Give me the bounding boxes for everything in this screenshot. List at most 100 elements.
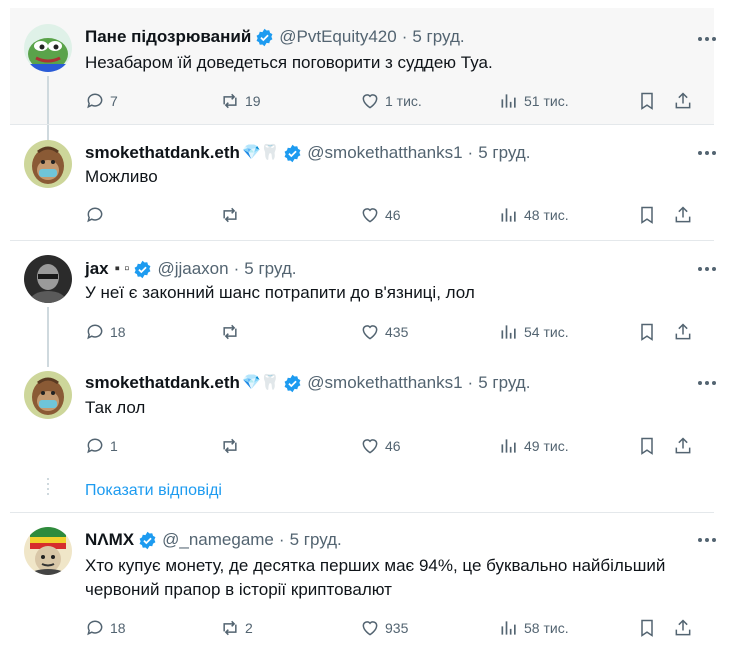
show-replies-link[interactable]: Показати відповіді: [85, 482, 222, 500]
like-button[interactable]: 46: [360, 434, 401, 458]
tweet-text-line-2: червоний прапор в історії криптовалют: [85, 580, 392, 599]
reply-button[interactable]: 7: [85, 89, 118, 113]
bookmark-button[interactable]: [637, 203, 662, 227]
share-button[interactable]: [673, 203, 698, 227]
heart-icon: [362, 94, 378, 109]
display-name[interactable]: Пане підозрюваний: [85, 26, 251, 48]
views-button[interactable]: 54 тис.: [499, 320, 569, 344]
display-name[interactable]: smokethatdank.eth: [85, 372, 240, 394]
ape-avatar-icon: [24, 371, 72, 419]
bookmark-icon: [641, 206, 653, 224]
retweet-button[interactable]: [220, 203, 245, 227]
handle[interactable]: @smokethatthanks1: [307, 142, 462, 164]
reply-button[interactable]: 1: [85, 434, 118, 458]
view-count: 48 тис.: [524, 207, 569, 223]
reply-icon: [87, 620, 103, 636]
share-button[interactable]: [673, 320, 698, 344]
thread-line: [47, 307, 49, 367]
reply-button[interactable]: 18: [85, 320, 126, 344]
separator-dot: ·: [467, 373, 474, 392]
like-button[interactable]: 935: [360, 616, 408, 640]
views-button[interactable]: 49 тис.: [499, 434, 569, 458]
timestamp[interactable]: 5 груд.: [290, 529, 342, 551]
cartoon-avatar-icon: [24, 527, 72, 575]
timestamp[interactable]: 5 груд.: [478, 142, 530, 164]
reply-icon: [87, 438, 103, 454]
bookmark-icon: [641, 619, 653, 637]
like-count: 435: [385, 324, 409, 340]
reply-count: 18: [110, 620, 126, 636]
handle[interactable]: @jjaaxon: [157, 258, 228, 280]
like-button[interactable]: 435: [360, 320, 408, 344]
ape-avatar-icon: [24, 140, 72, 188]
tweet-text: Незабаром їй доведеться поговорити з суд…: [85, 53, 493, 72]
display-name[interactable]: jax: [85, 258, 109, 280]
handle[interactable]: @smokethatthanks1: [307, 372, 462, 394]
retweet-button[interactable]: 2: [220, 616, 253, 640]
views-button[interactable]: 48 тис.: [499, 203, 569, 227]
more-options-icon[interactable]: [696, 142, 718, 164]
share-icon: [675, 92, 691, 109]
more-options-icon[interactable]: [696, 28, 718, 50]
reply-icon: [87, 93, 103, 109]
avatar[interactable]: [24, 527, 72, 575]
like-count: 46: [385, 207, 401, 223]
like-count: 935: [385, 620, 409, 636]
reply-button[interactable]: [85, 203, 110, 227]
like-button[interactable]: 1 тис.: [360, 89, 422, 113]
reply-icon: [87, 324, 103, 340]
photo-avatar-icon: [24, 255, 72, 303]
retweet-icon: [223, 324, 237, 340]
more-options-icon[interactable]: [696, 258, 718, 280]
verified-badge-icon: [284, 144, 301, 162]
action-bar: 7 19 1 тис. 51 тис.: [85, 89, 697, 113]
timestamp[interactable]: 5 груд.: [478, 372, 530, 394]
analytics-icon: [501, 325, 516, 339]
more-options-icon[interactable]: [696, 372, 718, 394]
display-name[interactable]: NΛMX: [85, 529, 134, 551]
separator-dot: ·: [278, 530, 285, 549]
retweet-count: 19: [245, 93, 261, 109]
share-button[interactable]: [673, 89, 698, 113]
analytics-icon: [501, 94, 516, 108]
display-name[interactable]: smokethatdank.eth: [85, 142, 240, 164]
thread-dots: [47, 478, 49, 498]
heart-icon: [362, 621, 378, 636]
separator-dot: ·: [401, 27, 408, 46]
bookmark-button[interactable]: [637, 434, 662, 458]
heart-icon: [362, 208, 378, 223]
reply-count: 1: [110, 438, 118, 454]
timestamp[interactable]: 5 груд.: [412, 26, 464, 48]
handle[interactable]: @PvtEquity420: [279, 26, 396, 48]
tweet-header: smokethatdank.eth 💎🦷 @smokethatthanks1 ·…: [85, 372, 530, 394]
verified-badge-icon: [284, 374, 301, 392]
action-bar: 46 48 тис.: [85, 203, 697, 227]
retweet-button[interactable]: [220, 320, 245, 344]
share-button[interactable]: [673, 434, 698, 458]
avatar[interactable]: [24, 24, 72, 72]
retweet-button[interactable]: [220, 434, 245, 458]
retweet-button[interactable]: 19: [220, 89, 261, 113]
bookmark-button[interactable]: [637, 616, 662, 640]
timestamp[interactable]: 5 груд.: [244, 258, 296, 280]
divider: [10, 124, 714, 125]
verified-badge-icon: [256, 28, 273, 46]
view-count: 58 тис.: [524, 620, 569, 636]
heart-icon: [362, 439, 378, 454]
like-button[interactable]: 46: [360, 203, 401, 227]
handle[interactable]: @_namegame: [162, 529, 274, 551]
avatar[interactable]: [24, 371, 72, 419]
views-button[interactable]: 51 тис.: [499, 89, 569, 113]
analytics-icon: [501, 439, 516, 453]
views-button[interactable]: 58 тис.: [499, 616, 569, 640]
share-button[interactable]: [673, 616, 698, 640]
bookmark-button[interactable]: [637, 89, 662, 113]
avatar[interactable]: [24, 255, 72, 303]
reply-button[interactable]: 18: [85, 616, 126, 640]
bookmark-button[interactable]: [637, 320, 662, 344]
more-options-icon[interactable]: [696, 529, 718, 551]
bookmark-icon: [641, 323, 653, 341]
avatar[interactable]: [24, 140, 72, 188]
tweet-text: Так лол: [85, 398, 146, 417]
verified-badge-icon: [139, 531, 156, 549]
